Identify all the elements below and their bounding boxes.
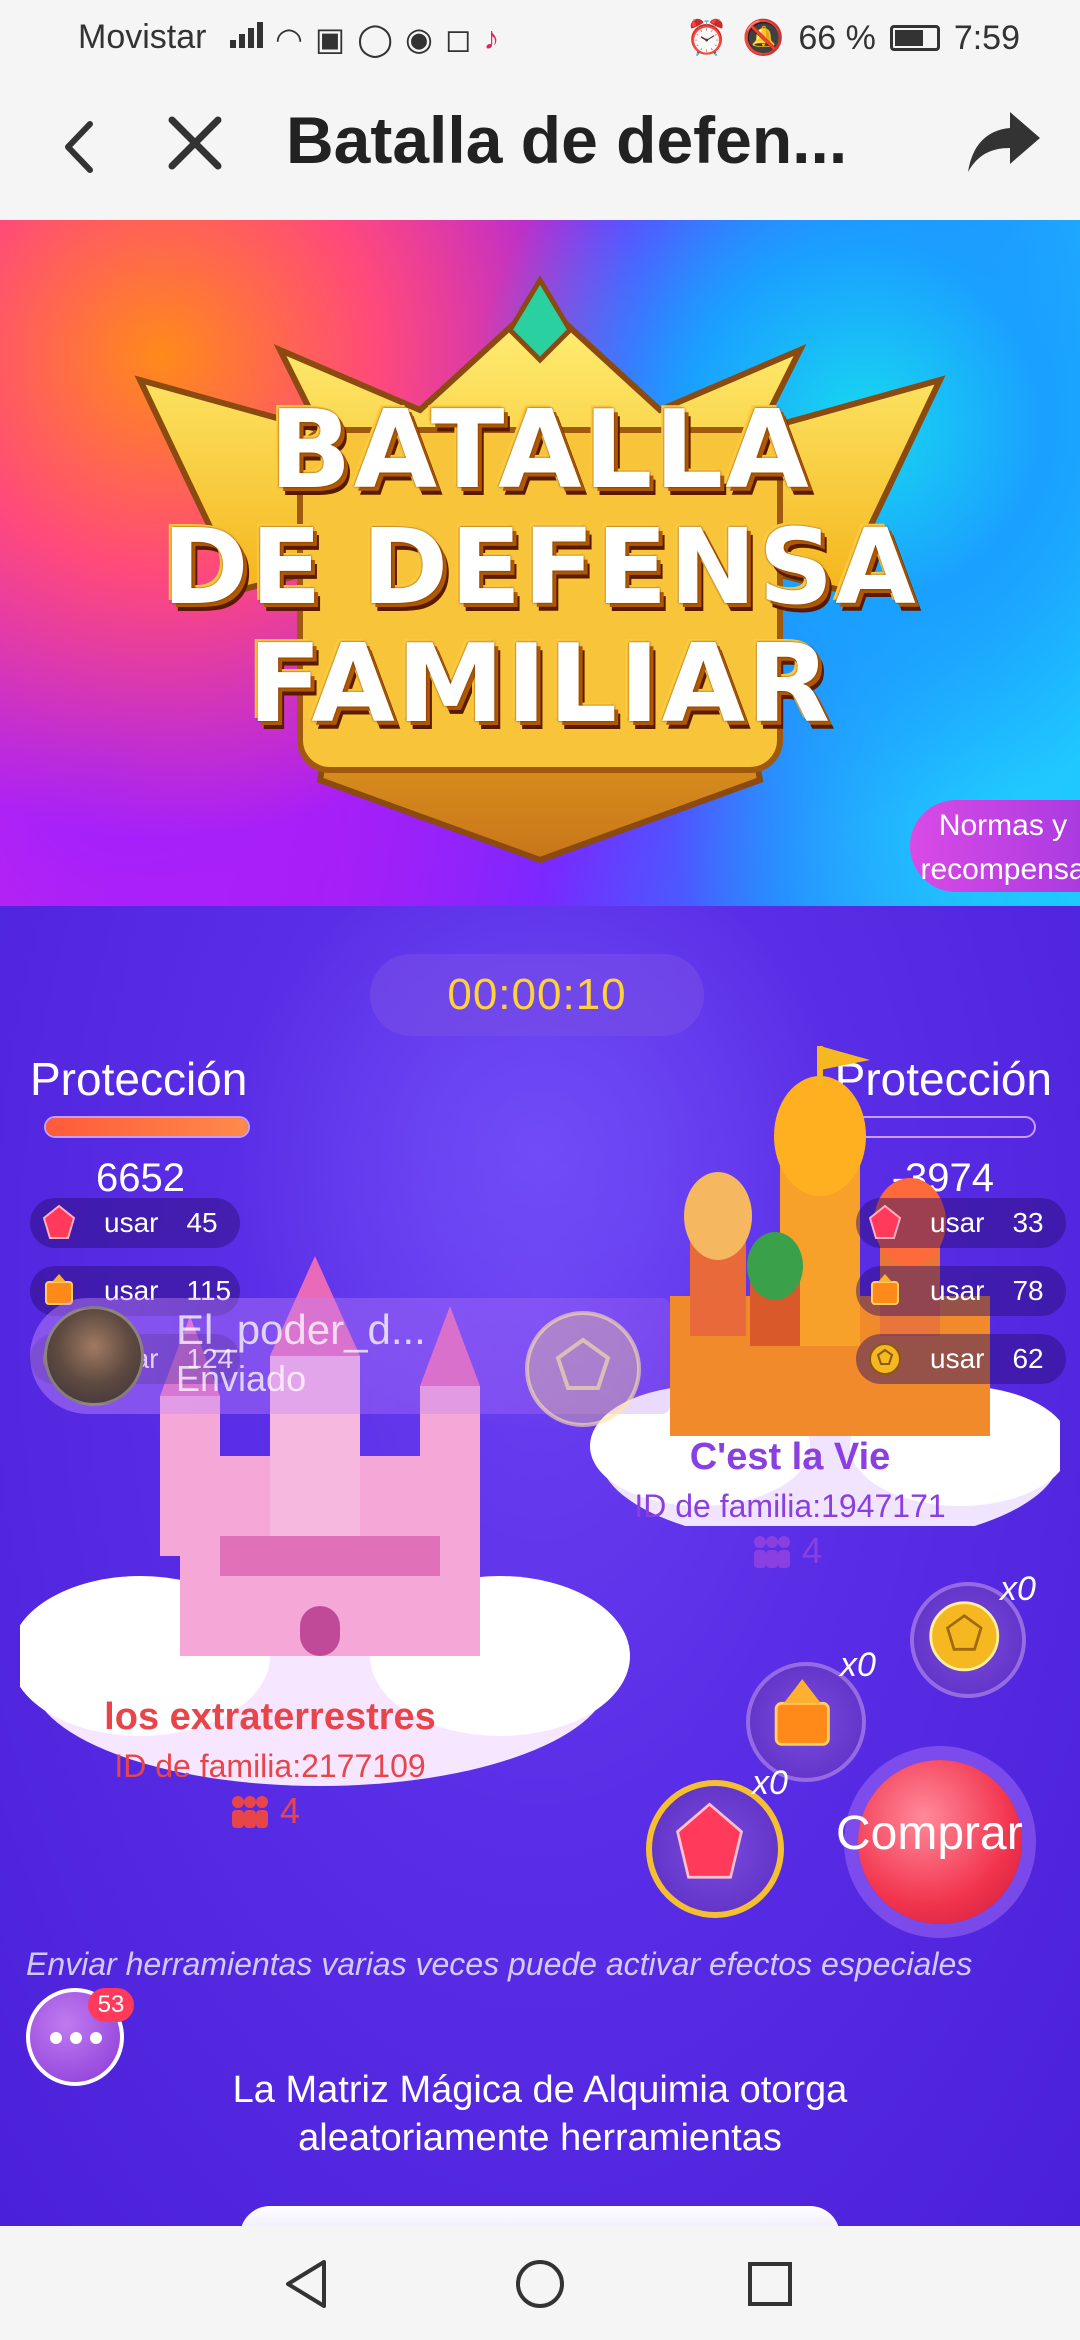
battle-area: 00:00:10 Protección Protección 6652 -397… (0, 906, 1080, 2226)
ball-tool-button[interactable]: x0 (910, 1570, 1036, 1698)
alchemy-line2: aleatoriamente herramientas (298, 2117, 782, 2159)
tool-label: usar (104, 1207, 159, 1238)
clock: 7:59 (953, 18, 1020, 57)
crystal-tool-button[interactable]: x0 (646, 1764, 788, 1918)
tiktok-icon: ♪ (483, 20, 500, 56)
alarm-icon: ⏰ (685, 19, 728, 57)
right-members: 4 (752, 1530, 822, 1572)
sent-status: Enviado (176, 1358, 307, 1399)
red-crystal-icon (42, 1204, 76, 1239)
right-team-name: C'est la Vie (689, 1436, 891, 1478)
tool-label: usar (930, 1275, 985, 1306)
back-arrow-icon[interactable] (52, 112, 112, 182)
left-members: 4 (230, 1790, 300, 1832)
banner-title-line3: FAMILIAR (247, 622, 833, 747)
mute-icon: 🔕 (741, 19, 785, 57)
crystal-count: x0 (752, 1764, 788, 1802)
banner-title-line2: DE DEFENSA (162, 506, 918, 628)
status-icons-right: ⏰ 🔕 66 % 7:59 (686, 18, 1020, 58)
left-score: 6652 (96, 1156, 185, 1200)
nav-home-icon[interactable] (510, 2254, 570, 2314)
avatar (44, 1306, 144, 1406)
tool-count: 45 (186, 1207, 218, 1238)
whatsapp-icon: ◯ (357, 21, 393, 57)
right-family-id: ID de familia:1947171 (634, 1488, 946, 1524)
red-crystal-icon (676, 1802, 744, 1879)
alchemy-line1: La Matriz Mágica de Alquimia otorga (232, 2069, 848, 2111)
sent-ball-icon (525, 1311, 641, 1427)
gold-ball-icon (869, 1343, 901, 1375)
tool-count: 78 (1012, 1275, 1044, 1306)
nav-recents-icon[interactable] (740, 2254, 800, 2314)
left-tool-crystal[interactable]: usar 45 (30, 1198, 240, 1248)
nav-back-icon[interactable] (278, 2254, 338, 2314)
buy-button-label[interactable]: Comprar (836, 1806, 1023, 1861)
page-title: Batalla de defen... (286, 103, 848, 177)
app-header: Batalla de defen... (0, 72, 1080, 220)
carrier-label: Movistar (78, 18, 207, 56)
battery-icon (889, 25, 940, 51)
right-tool-book[interactable]: usar 78 (856, 1266, 1066, 1316)
left-family-id: ID de familia:2177109 (114, 1748, 426, 1784)
tool-label: usar (930, 1343, 985, 1374)
right-tool-ball[interactable]: usar 62 (856, 1334, 1066, 1384)
wifi-icon: ◠ (275, 21, 303, 57)
tool-count: 62 (1012, 1343, 1044, 1374)
red-crystal-icon (868, 1204, 902, 1239)
members-icon (232, 1796, 268, 1828)
event-banner: BATALLA DE DEFENSA FAMILIAR Normas y rec… (0, 220, 1080, 906)
battery-percent: 66 % (798, 18, 876, 57)
ball-count: x0 (1000, 1570, 1036, 1608)
alchemy-card[interactable] (240, 2206, 840, 2226)
countdown-timer: 00:00:10 (370, 954, 704, 1036)
left-protection-bar (44, 1116, 250, 1138)
instagram-icon: ◻ (444, 21, 472, 57)
alchemy-description: La Matriz Mágica de Alquimia otorga alea… (0, 2066, 1080, 2162)
left-members-count: 4 (280, 1790, 301, 1831)
right-tool-crystal[interactable]: usar 33 (856, 1198, 1066, 1248)
tool-count: 33 (1012, 1207, 1044, 1238)
left-protection-fill (46, 1118, 248, 1136)
close-icon[interactable] (160, 108, 230, 178)
chat-unread-badge: 53 (88, 1988, 134, 2022)
right-members-count: 4 (802, 1530, 823, 1571)
members-icon (754, 1536, 790, 1568)
left-protection-label: Protección (30, 1053, 248, 1105)
book-count: x0 (840, 1646, 876, 1684)
sender-name: El_poder_d... (176, 1306, 426, 1353)
signal-icon (230, 20, 263, 48)
chat-icon (50, 2032, 102, 2044)
app-notification-icon: ▣ (314, 21, 346, 57)
share-icon[interactable] (964, 102, 1044, 182)
tool-label: usar (930, 1207, 985, 1238)
status-bar: Movistar ◠ ▣ ◯ ◉ ◻ ♪ ⏰ 🔕 66 % 7:59 (0, 0, 1080, 72)
hint-text: Enviar herramientas varias veces puede a… (26, 1946, 973, 1982)
rules-rewards-button[interactable]: Normas y recompensa (910, 800, 1080, 892)
system-nav-bar (0, 2226, 1080, 2340)
status-icons-left: ◠ ▣ ◯ ◉ ◻ ♪ (230, 20, 499, 58)
left-team-name: los extraterrestres (104, 1696, 436, 1738)
messenger-icon: ◉ (404, 21, 433, 57)
fire-book-icon (871, 1274, 899, 1305)
banner-title-line1: BATALLA (269, 388, 811, 513)
